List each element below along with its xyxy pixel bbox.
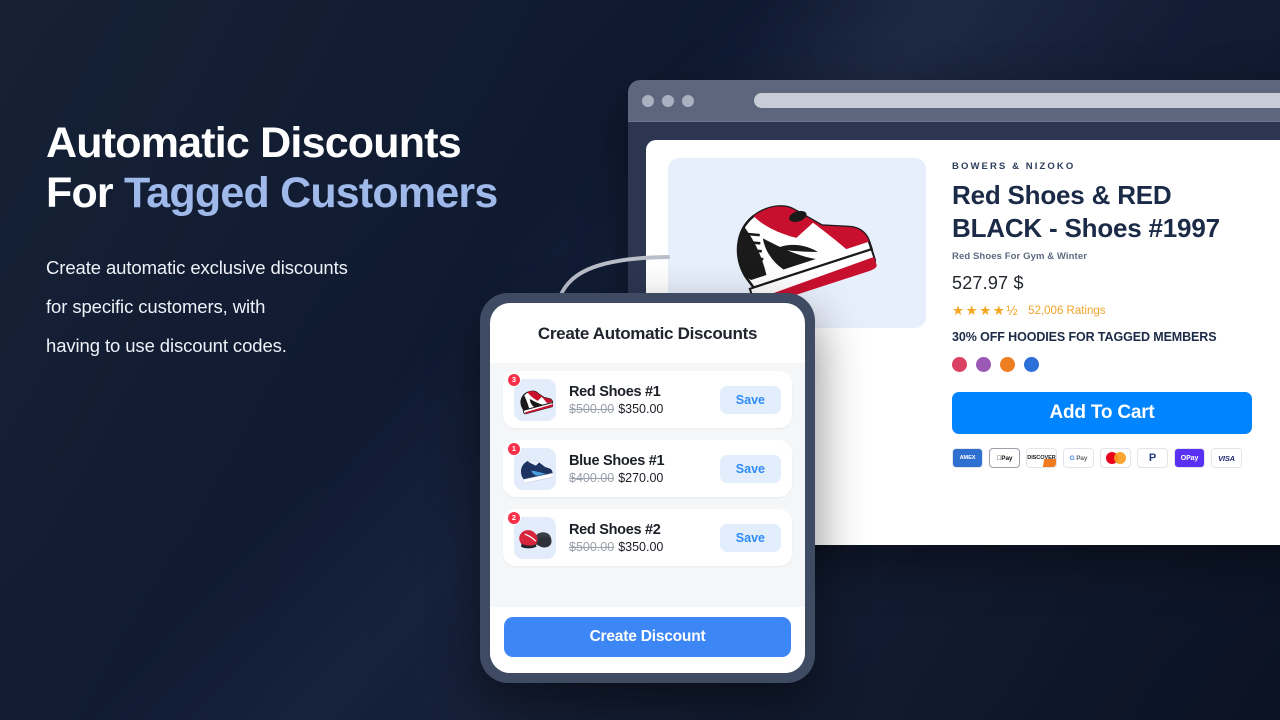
list-item[interactable]: 2 Red Shoes #2 $500.00 $350.00 Save [503, 509, 792, 566]
save-button[interactable]: Save [719, 523, 781, 552]
item-new-price: $270.00 [618, 470, 664, 485]
promo-banner: Automatic Discounts For Tagged Customers… [0, 0, 1280, 720]
maximize-dot-icon[interactable] [682, 94, 694, 107]
item-prices: $400.00 $270.00 [569, 471, 720, 485]
red-running-shoes-pair-icon [519, 529, 552, 548]
rating-count[interactable]: 52,006 Ratings [1028, 305, 1105, 317]
item-text: Red Shoes #1 $500.00 $350.00 [556, 384, 720, 416]
product-title: Red Shoes & RED BLACK - Shoes #1997 [952, 180, 1220, 243]
save-button[interactable]: Save [719, 454, 781, 483]
item-badge: 2 [507, 510, 521, 525]
item-new-price: $350.00 [618, 539, 664, 554]
discover-icon: DISCOVER [1026, 448, 1057, 468]
save-button[interactable]: Save [719, 385, 781, 414]
headline-line-2-accent: Tagged Customers [124, 169, 498, 217]
product-subtitle: Red Shoes For Gym & Winter [952, 251, 1088, 262]
blue-high-top-sneaker-icon [521, 459, 553, 483]
item-text: Blue Shoes #1 $400.00 $270.00 [556, 453, 720, 485]
product-price: 527.97 $ [952, 273, 1024, 293]
address-bar[interactable] [754, 93, 1280, 108]
product-rating: ★★★★½ 52,006 Ratings [952, 303, 1280, 319]
item-thumbnail [514, 447, 556, 490]
create-discount-button[interactable]: Create Discount [504, 617, 791, 657]
item-thumbnail [514, 516, 556, 559]
phone-footer: Create Discount [490, 607, 805, 673]
swatch-crimson[interactable] [952, 357, 967, 372]
paypal-icon: P [1137, 448, 1168, 468]
close-dot-icon[interactable] [642, 94, 654, 107]
item-thumb-wrap: 3 [507, 372, 556, 421]
traffic-lights [642, 94, 694, 107]
item-thumb-wrap: 1 [507, 441, 556, 490]
list-item[interactable]: 3 Red Shoes #1 $500.00 $350.00 Save [503, 371, 792, 428]
minimize-dot-icon[interactable] [662, 94, 674, 107]
mastercard-icon [1100, 448, 1131, 468]
item-prices: $500.00 $350.00 [569, 540, 720, 554]
subcopy-line-1: Create automatic exclusive discounts [46, 257, 348, 278]
promo-text: 30% OFF HOODIES FOR TAGGED MEMBERS [952, 330, 1217, 344]
item-name: Red Shoes #2 [569, 521, 661, 538]
item-old-price: $500.00 [569, 401, 615, 416]
star-rating-icon: ★★★★½ [952, 303, 1020, 318]
phone-mockup: Create Automatic Discounts 3 Red Shoes #… [480, 293, 815, 683]
swatch-purple[interactable] [976, 357, 991, 372]
item-badge: 1 [507, 441, 521, 456]
phone-title: Create Automatic Discounts [537, 324, 758, 343]
item-name: Blue Shoes #1 [569, 452, 665, 469]
visa-icon: VISA [1211, 448, 1242, 468]
item-thumb-wrap: 2 [507, 510, 556, 559]
apple-pay-icon: Pay [989, 448, 1020, 468]
item-thumbnail [514, 378, 556, 421]
add-to-cart-button[interactable]: Add To Cart [952, 392, 1252, 434]
headline-line-1: Automatic Discounts [46, 119, 462, 167]
product-vendor: BOWERS & NIZOKO [952, 161, 1076, 172]
color-swatches [952, 357, 1280, 372]
list-item[interactable]: 1 Blue Shoes #1 $400.00 $270.00 Save [503, 440, 792, 497]
subcopy-line-3: having to use discount codes. [46, 335, 287, 356]
product-info: BOWERS & NIZOKO Red Shoes & RED BLACK - … [952, 158, 1280, 545]
browser-title-bar [628, 80, 1280, 122]
item-badge: 3 [507, 372, 521, 387]
subcopy-line-2: for specific customers, with [46, 296, 266, 317]
page-title: Automatic Discounts For Tagged Customers [46, 118, 606, 218]
headline-line-2-plain: For [46, 169, 125, 217]
amex-icon: AMEX [952, 448, 983, 468]
red-high-top-sneaker-icon [520, 390, 553, 414]
item-old-price: $500.00 [569, 539, 615, 554]
item-old-price: $400.00 [569, 470, 615, 485]
payment-methods: AMEX Pay DISCOVER G Pay P OPay VISA [952, 448, 1280, 468]
item-prices: $500.00 $350.00 [569, 402, 720, 416]
shop-pay-icon: OPay [1174, 448, 1205, 468]
phone-screen: Create Automatic Discounts 3 Red Shoes #… [490, 303, 805, 673]
item-text: Red Shoes #2 $500.00 $350.00 [556, 522, 720, 554]
item-new-price: $350.00 [618, 401, 664, 416]
discount-item-list: 3 Red Shoes #1 $500.00 $350.00 Save 1 Bl… [490, 363, 805, 607]
swatch-orange[interactable] [1000, 357, 1015, 372]
swatch-blue[interactable] [1024, 357, 1039, 372]
item-name: Red Shoes #1 [569, 383, 661, 400]
google-pay-icon: G Pay [1063, 448, 1094, 468]
